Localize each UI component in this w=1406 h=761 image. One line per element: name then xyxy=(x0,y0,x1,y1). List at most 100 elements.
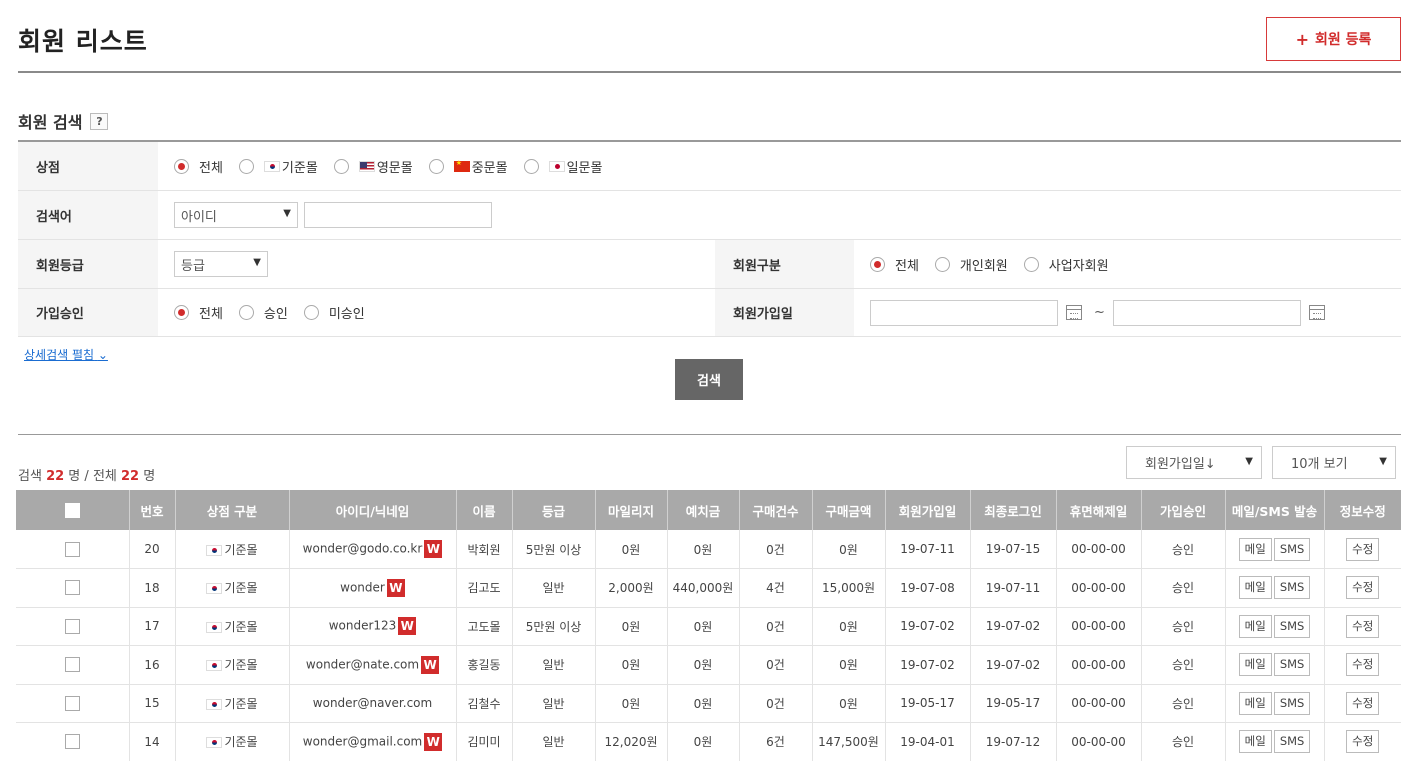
radio-icon xyxy=(238,305,254,320)
korea-flag-icon xyxy=(206,544,223,556)
page-size-select[interactable]: 10개 보기 ▼ xyxy=(1272,446,1396,479)
row-mail-sms: 메일 SMS xyxy=(1225,530,1325,569)
mail-button[interactable]: 메일 xyxy=(1238,730,1272,754)
mail-button[interactable]: 메일 xyxy=(1238,576,1272,600)
store-radio-english[interactable]: 영문몰 xyxy=(333,157,413,176)
help-icon[interactable]: ? xyxy=(90,112,109,130)
sms-button[interactable]: SMS xyxy=(1273,576,1311,600)
radio-icon xyxy=(333,158,349,174)
grade-select[interactable]: 등급 ▼ xyxy=(174,251,268,277)
row-checkbox-cell xyxy=(16,684,130,723)
row-member-id: wonder@gmail.com W xyxy=(289,722,457,761)
sort-select-value: 회원가입일↓ xyxy=(1145,457,1216,472)
row-grade: 5만원 이상 xyxy=(512,530,596,569)
row-checkbox[interactable] xyxy=(64,618,80,634)
calendar-icon[interactable] xyxy=(1066,305,1082,320)
korea-flag-icon xyxy=(206,621,223,633)
store-radio-base[interactable]: 기준몰 xyxy=(238,157,318,176)
mail-button[interactable]: 메일 xyxy=(1238,691,1272,715)
member-id-link[interactable]: wonder xyxy=(340,580,385,594)
row-approval: 승인 xyxy=(1141,568,1226,608)
calendar-icon[interactable] xyxy=(1308,305,1325,320)
row-order-count: 0건 xyxy=(739,645,813,685)
member-id-link[interactable]: wonder123 xyxy=(329,619,397,633)
row-last-login: 19-07-11 xyxy=(970,568,1057,608)
sms-button[interactable]: SMS xyxy=(1273,730,1311,754)
row-checkbox-cell xyxy=(16,722,130,761)
row-dormant-release: 00-00-00 xyxy=(1056,607,1142,646)
column-header-deposit: 예치금 xyxy=(667,490,740,530)
edit-button[interactable]: 수정 xyxy=(1346,730,1380,754)
sms-button[interactable]: SMS xyxy=(1273,653,1311,677)
row-checkbox[interactable] xyxy=(64,734,80,750)
edit-button[interactable]: 수정 xyxy=(1346,537,1380,561)
row-order-amount: 147,500원 xyxy=(812,722,886,761)
radio-label: 일문몰 xyxy=(566,160,603,176)
join-date-label: 회원가입일 xyxy=(715,289,854,336)
member-type-radio-business[interactable]: 사업자회원 xyxy=(1023,255,1109,274)
radio-icon xyxy=(428,158,444,174)
search-button[interactable]: 검색 xyxy=(675,359,743,400)
radio-label: 전체 xyxy=(199,307,223,322)
select-all-checkbox[interactable] xyxy=(64,503,80,518)
row-approval: 승인 xyxy=(1141,530,1226,569)
approval-label: 가입승인 xyxy=(18,289,158,336)
sms-button[interactable]: SMS xyxy=(1273,614,1311,638)
row-grade: 일반 xyxy=(512,645,596,685)
edit-button[interactable]: 수정 xyxy=(1346,576,1380,600)
member-type-options: 전체 개인회원 사업자회원 xyxy=(854,240,1401,288)
row-checkbox[interactable] xyxy=(64,541,80,557)
edit-button[interactable]: 수정 xyxy=(1346,614,1380,638)
member-type-radio-personal[interactable]: 개인회원 xyxy=(934,255,1008,274)
row-mileage: 0원 xyxy=(595,645,668,685)
row-checkbox[interactable] xyxy=(64,695,80,711)
radio-icon xyxy=(1023,256,1039,272)
row-join-date: 19-07-02 xyxy=(885,607,971,646)
join-date-to-input[interactable] xyxy=(1112,299,1301,326)
row-order-amount: 15,000원 xyxy=(812,568,886,608)
sms-button[interactable]: SMS xyxy=(1273,537,1311,561)
store-radio-chinese[interactable]: 중문몰 xyxy=(428,157,508,176)
grade-label: 회원등급 xyxy=(18,240,158,288)
row-dormant-release: 00-00-00 xyxy=(1056,530,1142,569)
detail-search-toggle-link[interactable]: 상세검색 펼침 ⌄ xyxy=(24,346,108,363)
edit-button[interactable]: 수정 xyxy=(1346,691,1380,715)
store-name: 기준몰 xyxy=(224,542,258,557)
column-header-approval: 가입승인 xyxy=(1141,490,1226,530)
row-order-count: 4건 xyxy=(739,568,813,608)
approval-radio-approved[interactable]: 승인 xyxy=(238,303,288,322)
korea-flag-icon xyxy=(206,698,223,710)
approval-radio-unapproved[interactable]: 미승인 xyxy=(303,303,365,322)
mail-button[interactable]: 메일 xyxy=(1238,614,1272,638)
store-radio-all[interactable]: 전체 xyxy=(174,157,223,176)
count-unit: 명 xyxy=(68,469,81,484)
row-name: 김미미 xyxy=(456,722,513,761)
date-range-separator: ~ xyxy=(1094,305,1105,320)
store-radio-japanese[interactable]: 일문몰 xyxy=(523,157,603,176)
detail-search-label: 상세검색 펼침 xyxy=(24,348,95,362)
keyword-type-select[interactable]: 아이디 ▼ xyxy=(174,202,298,228)
member-id-link[interactable]: wonder@nate.com xyxy=(306,657,419,671)
row-order-amount: 0원 xyxy=(812,607,886,646)
join-date-from-input[interactable] xyxy=(870,299,1058,326)
sort-select[interactable]: 회원가입일↓ ▼ xyxy=(1126,446,1262,479)
member-id-link[interactable]: wonder@gmail.com xyxy=(303,734,422,748)
edit-button[interactable]: 수정 xyxy=(1346,653,1380,677)
register-member-button[interactable]: + 회원 등록 xyxy=(1266,17,1401,61)
sms-button[interactable]: SMS xyxy=(1273,691,1311,715)
keyword-input[interactable] xyxy=(304,202,492,228)
member-type-radio-all[interactable]: 전체 xyxy=(870,255,919,274)
chevron-down-icon: ⌄ xyxy=(97,348,108,362)
mail-button[interactable]: 메일 xyxy=(1238,537,1272,561)
member-id-link[interactable]: wonder@naver.com xyxy=(313,696,432,710)
row-checkbox[interactable] xyxy=(64,657,80,673)
w-badge-icon: W xyxy=(398,617,417,636)
grade-row: 회원등급 등급 ▼ 회원구분 전체 개인회원 사업자회원 xyxy=(18,240,1401,289)
approval-radio-all[interactable]: 전체 xyxy=(174,303,223,322)
search-count-value: 22 xyxy=(46,469,65,484)
row-join-date: 19-07-02 xyxy=(885,645,971,685)
mail-button[interactable]: 메일 xyxy=(1238,653,1272,677)
member-id-link[interactable]: wonder@godo.co.kr xyxy=(303,542,423,556)
search-section-title: 회원 검색 ? xyxy=(18,109,109,133)
row-checkbox[interactable] xyxy=(64,580,80,596)
